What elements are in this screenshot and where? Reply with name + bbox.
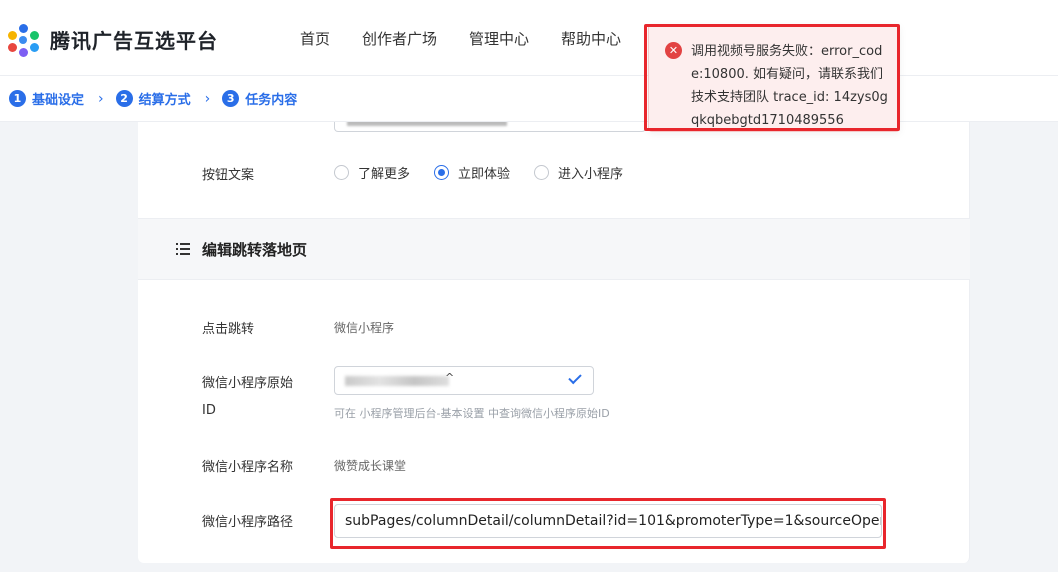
radio-label: 立即体验 xyxy=(458,167,511,182)
list-icon xyxy=(176,243,190,255)
chevron-right-icon: › xyxy=(98,90,104,107)
step-label: 结算方式 xyxy=(138,93,191,108)
nav-management-center[interactable]: 管理中心 xyxy=(469,28,529,49)
logo[interactable]: 腾讯广告互选平台 xyxy=(6,22,218,57)
radio-icon xyxy=(334,165,349,180)
step-settlement[interactable]: 2 结算方式 xyxy=(115,89,191,108)
step-number: 2 xyxy=(115,90,133,107)
radio-try-now[interactable]: 立即体验 xyxy=(434,163,510,182)
section-title: 编辑跳转落地页 xyxy=(202,241,308,259)
input-fragment: ^ xyxy=(445,371,455,384)
check-icon xyxy=(568,370,582,385)
path-input-value: subPages/columnDetail/columnDetail?id=10… xyxy=(345,513,882,529)
blurred-content xyxy=(345,376,449,386)
radio-enter-miniprogram[interactable]: 进入小程序 xyxy=(534,163,623,182)
radio-icon xyxy=(534,165,550,180)
jump-label: 点击跳转 xyxy=(202,322,255,337)
jump-value: 微信小程序 xyxy=(334,321,395,335)
nav-home[interactable]: 首页 xyxy=(300,28,330,49)
section-header: 编辑跳转落地页 xyxy=(138,218,970,280)
radio-label: 进入小程序 xyxy=(558,167,624,182)
step-number: 3 xyxy=(222,90,240,107)
name-value: 微赞成长课堂 xyxy=(334,459,407,473)
origin-id-label: 微信小程序原始 xyxy=(202,376,294,391)
radio-label: 了解更多 xyxy=(358,167,411,182)
origin-id-label-line2: ID xyxy=(202,403,216,418)
blurred-content xyxy=(347,122,507,126)
error-message: 调用视频号服务失败：error_code:10800. 如有疑问，请联系我们技术… xyxy=(691,44,888,128)
button-text-label: 按钮文案 xyxy=(202,168,255,183)
main-nav: 首页 创作者广场 管理中心 帮助中心 xyxy=(300,28,653,49)
path-label: 微信小程序路径 xyxy=(202,515,294,530)
step-label: 基础设定 xyxy=(32,93,85,108)
origin-id-input[interactable]: ^ xyxy=(334,366,594,395)
step-number: 1 xyxy=(9,90,26,107)
form-card: 按钮文案 了解更多 立即体验 进入小程序 编辑跳转落地页 点击跳转 微信小程序 … xyxy=(138,122,970,563)
chevron-right-icon: › xyxy=(204,90,211,107)
path-input[interactable]: subPages/columnDetail/columnDetail?id=10… xyxy=(334,504,882,538)
step-label: 任务内容 xyxy=(245,93,298,108)
nav-help-center[interactable]: 帮助中心 xyxy=(561,28,621,49)
error-toast: ✕ 调用视频号服务失败：error_code:10800. 如有疑问，请联系我们… xyxy=(648,24,900,132)
partial-input-field[interactable] xyxy=(334,122,646,132)
name-label: 微信小程序名称 xyxy=(202,460,294,475)
radio-learn-more[interactable]: 了解更多 xyxy=(334,163,410,182)
nav-creator-square[interactable]: 创作者广场 xyxy=(362,28,437,49)
logo-icon xyxy=(6,22,42,57)
step-basic-settings[interactable]: 1 基础设定 xyxy=(9,89,84,108)
radio-selected-icon xyxy=(434,165,450,180)
error-icon: ✕ xyxy=(665,42,682,59)
app-title: 腾讯广告互选平台 xyxy=(50,28,218,53)
origin-id-hint: 可在 小程序管理后台-基本设置 中查询微信小程序原始ID xyxy=(334,407,610,420)
step-task-content[interactable]: 3 任务内容 xyxy=(222,89,297,108)
button-text-radio-group: 了解更多 立即体验 进入小程序 xyxy=(334,163,647,182)
